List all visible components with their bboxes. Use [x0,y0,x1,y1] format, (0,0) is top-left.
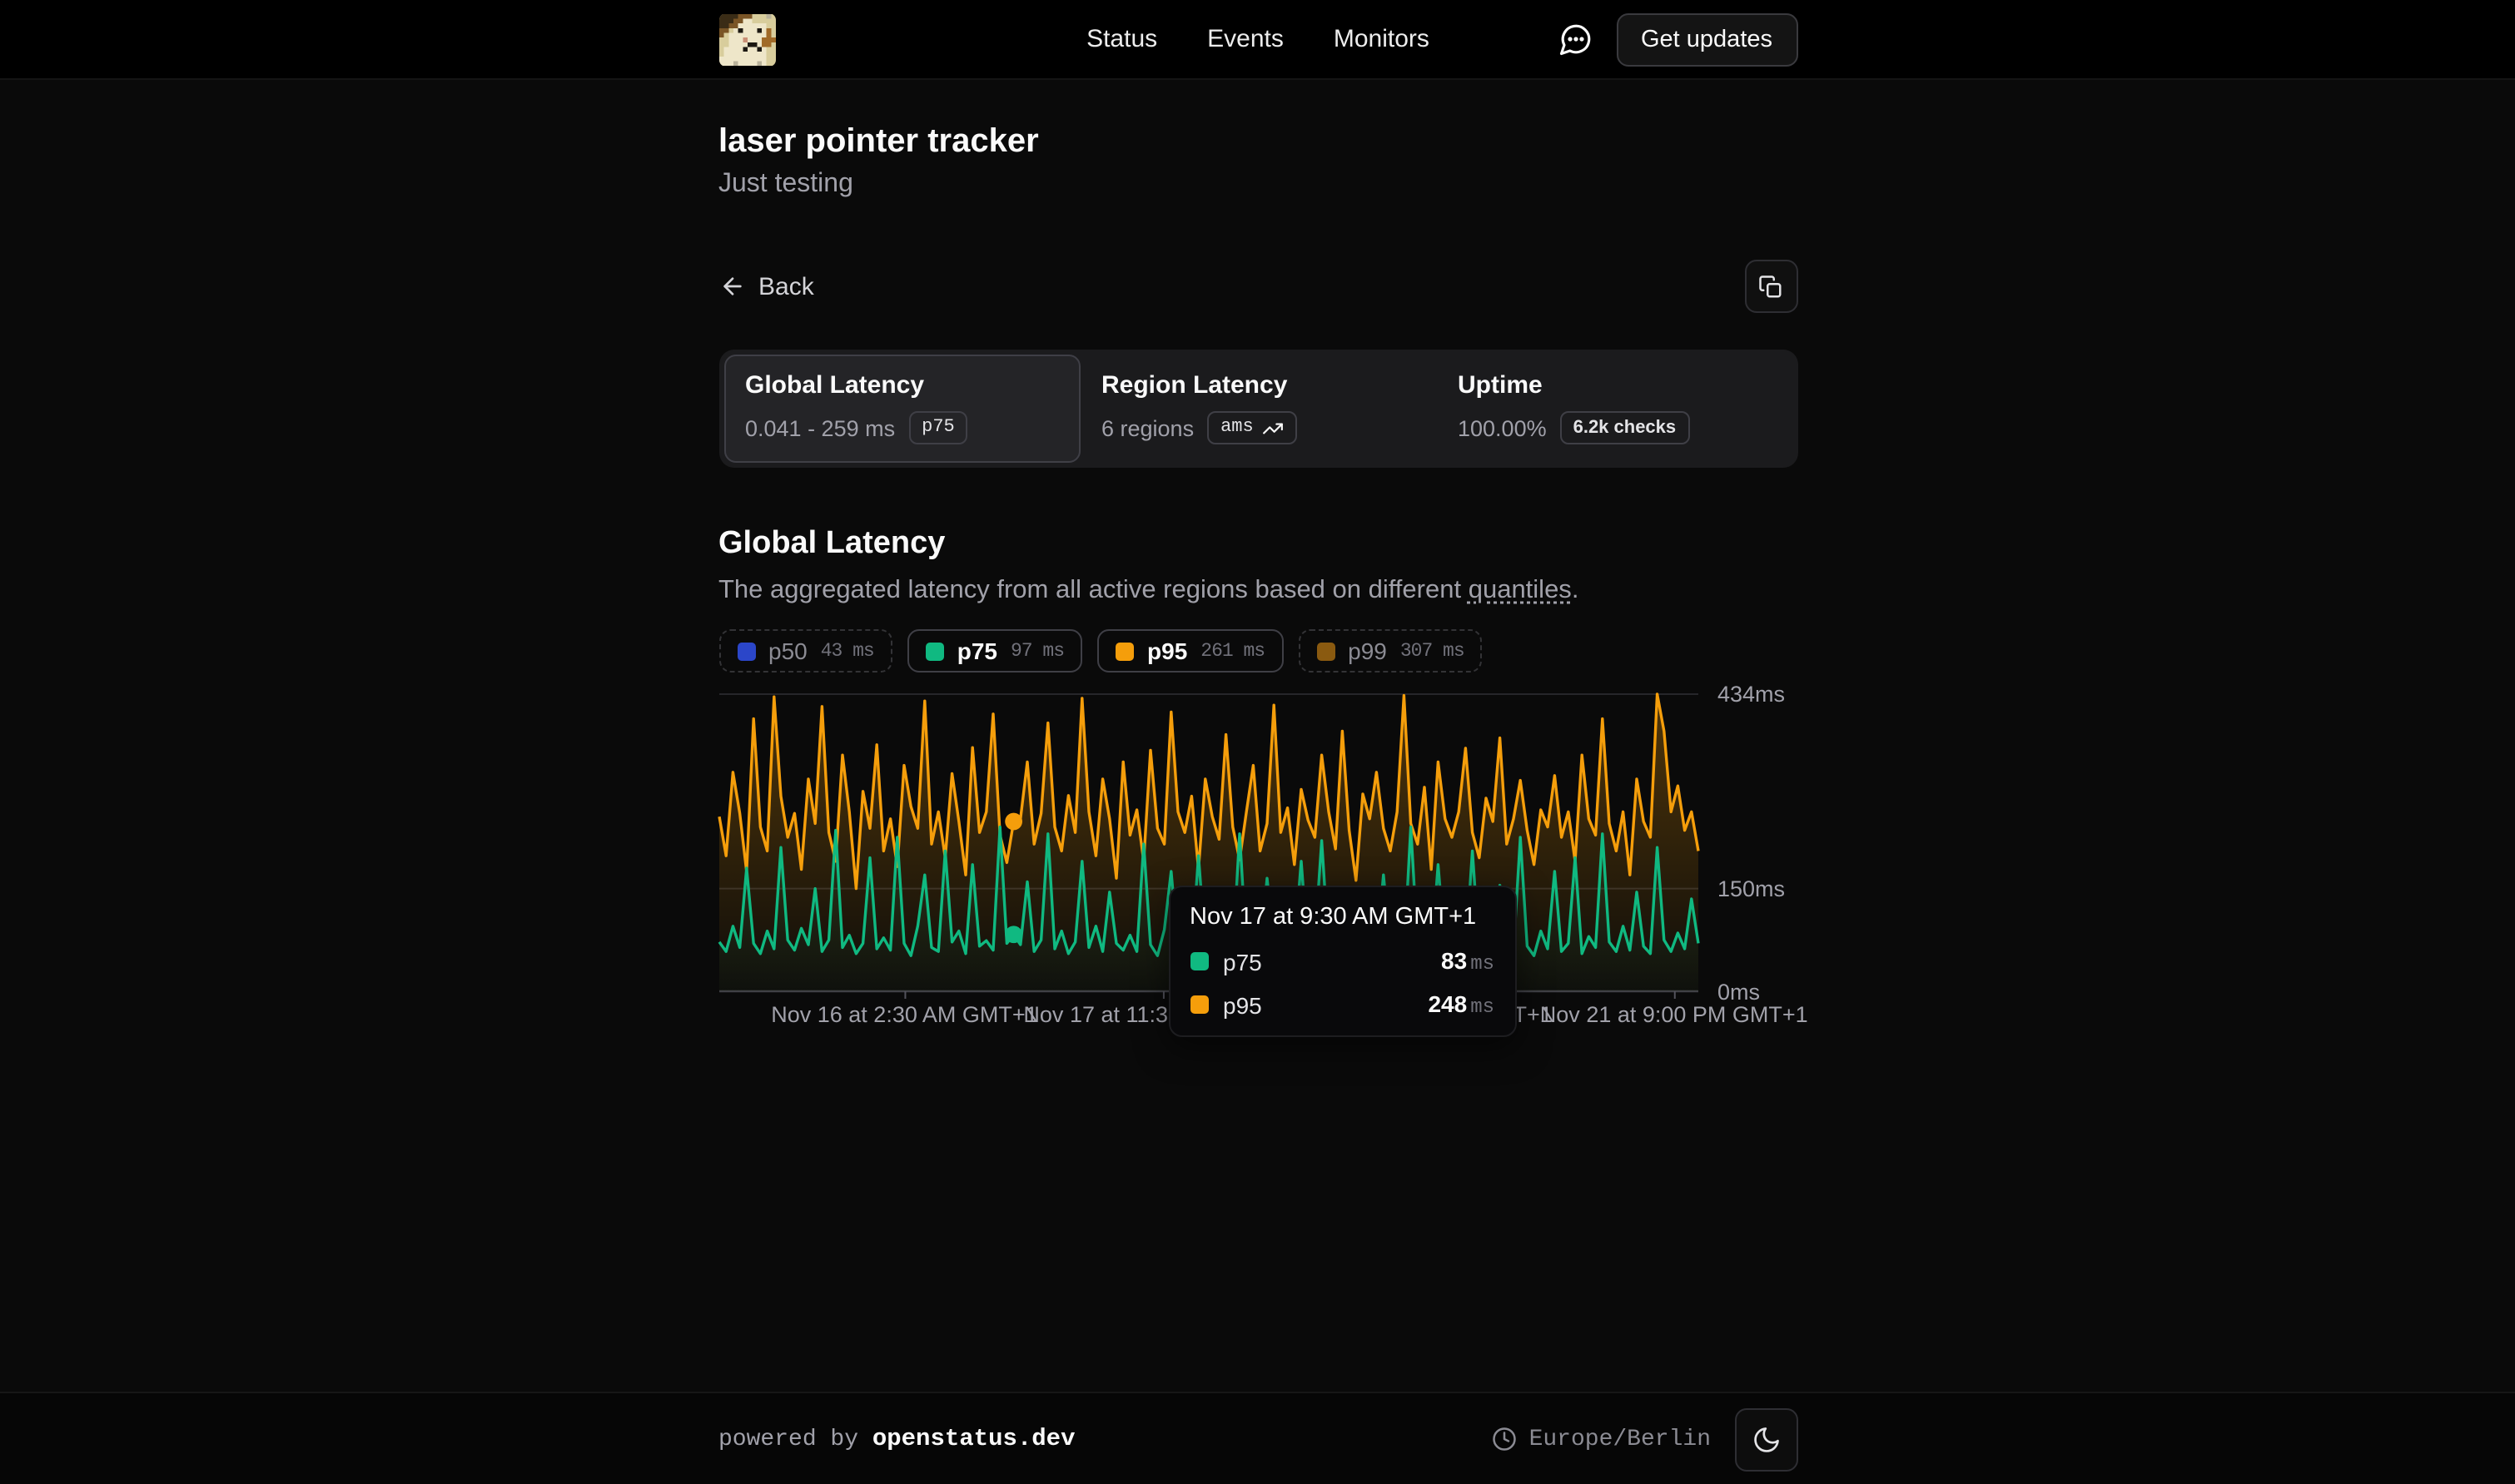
section-title: Global Latency [718,524,1797,564]
tab-uptime[interactable]: Uptime 100.00% 6.2k checks [1436,355,1792,463]
openstatus-link[interactable]: openstatus.dev [872,1426,1076,1452]
p99-swatch [1316,642,1335,660]
page-title: laser pointer tracker [718,120,1797,163]
quantiles-link[interactable]: quantiles [1469,576,1572,604]
tab-title: Uptime [1458,371,1771,401]
back-link[interactable]: Back [718,272,814,300]
quantile-badge: p75 [908,411,968,444]
y-axis-label: 434ms [1717,682,1785,707]
logo-image [718,12,775,66]
tab-value: 100.00% [1458,415,1547,440]
nav-link-events[interactable]: Events [1207,25,1284,53]
page: Status Events Monitors Get updates laser… [0,0,2515,1484]
arrow-left-icon [718,273,745,300]
tab-region-latency[interactable]: Region Latency 6 regions ams [1080,355,1436,463]
y-axis-label: 150ms [1717,876,1785,901]
tooltip-row-p75: p75 83ms [1190,947,1494,975]
copy-link-button[interactable] [1744,260,1797,313]
page-header: laser pointer tracker Just testing [718,120,1797,203]
page-subtitle: Just testing [718,166,1797,203]
p95-swatch [1190,995,1208,1014]
y-axis-label: 0ms [1717,979,1760,1004]
legend-chip-p95[interactable]: p95 261 ms [1097,629,1283,673]
p95-swatch [1116,642,1134,660]
section-description: The aggregated latency from all active r… [718,573,1797,608]
checks-badge: 6.2k checks [1560,411,1690,444]
nav-actions: Get updates [1558,12,1797,66]
theme-toggle-button[interactable] [1734,1407,1797,1471]
powered-by: powered by openstatus.dev [718,1426,1076,1452]
feedback-button[interactable] [1558,22,1593,57]
tab-title: Global Latency [745,371,1058,401]
tab-value: 0.041 - 259 ms [745,415,895,440]
nav-link-status[interactable]: Status [1086,25,1157,53]
clock-icon [1493,1427,1518,1452]
tab-global-latency[interactable]: Global Latency 0.041 - 259 ms p75 [723,355,1080,463]
x-axis-label: Nov 21 at 9:00 PM GMT+1 [1540,1002,1808,1027]
x-axis-label: Nov 16 at 2:30 AM GMT+1 [771,1002,1037,1027]
tab-title: Region Latency [1101,371,1414,401]
main-content: laser pointer tracker Just testing Back … [718,120,1797,1045]
top-nav: Status Events Monitors Get updates [0,0,2515,80]
region-badge: ams [1207,411,1297,444]
nav-links: Status Events Monitors [1086,25,1429,53]
trending-up-icon [1262,417,1284,439]
legend-chip-p50[interactable]: p50 43 ms [718,629,892,673]
legend-chip-p99[interactable]: p99 307 ms [1298,629,1483,673]
timezone: Europe/Berlin [1493,1426,1711,1452]
chat-icon [1558,22,1593,57]
tooltip-timestamp: Nov 17 at 9:30 AM GMT+1 [1190,902,1494,932]
tab-value: 6 regions [1101,415,1194,440]
toolbar: Back [718,260,1797,313]
legend-chip-p75[interactable]: p75 97 ms [907,629,1082,673]
p75-swatch [926,642,944,660]
copy-icon [1758,274,1783,299]
moon-icon [1751,1424,1781,1454]
logo[interactable] [718,12,775,66]
p95-active-dot [1004,813,1021,831]
p50-swatch [737,642,755,660]
get-updates-button[interactable]: Get updates [1616,12,1797,66]
p75-swatch [1190,952,1208,970]
footer: powered by openstatus.dev Europe/Berlin [0,1392,2515,1484]
metric-tabs: Global Latency 0.041 - 259 ms p75 Region… [718,350,1797,468]
nav-link-monitors[interactable]: Monitors [1334,25,1429,53]
chart-tooltip: Nov 17 at 9:30 AM GMT+1 p75 83ms p95 248… [1168,886,1516,1037]
latency-chart[interactable]: 434ms 150ms 0ms Nov 16 at 2:30 AM GMT+1 Nov … [718,682,1844,1045]
chart-legend: p50 43 ms p75 97 ms p95 261 ms p99 307 m… [718,629,1797,673]
back-label: Back [758,272,814,300]
tooltip-row-p95: p95 248ms [1190,990,1494,1019]
p75-active-dot [1004,926,1021,943]
